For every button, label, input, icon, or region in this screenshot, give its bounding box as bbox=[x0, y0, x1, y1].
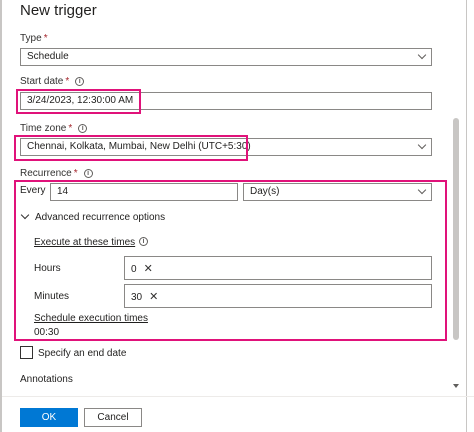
panel-title: New trigger bbox=[20, 2, 97, 19]
info-icon[interactable]: i bbox=[75, 77, 85, 86]
cancel-button[interactable]: Cancel bbox=[84, 408, 142, 427]
annotations-label: Annotations bbox=[20, 374, 73, 385]
start-date-label: Start date * i bbox=[20, 76, 85, 87]
type-label-text: Type bbox=[20, 33, 42, 44]
panel-left-border bbox=[0, 0, 2, 432]
time-zone-label: Time zone * i bbox=[20, 123, 88, 134]
required-marker: * bbox=[68, 123, 73, 134]
type-dropdown[interactable]: Schedule bbox=[20, 48, 432, 66]
time-zone-highlight bbox=[14, 135, 248, 161]
chevron-down-icon bbox=[417, 50, 427, 60]
end-date-label[interactable]: Specify an end date bbox=[38, 348, 126, 359]
required-marker: * bbox=[73, 168, 78, 179]
footer-divider bbox=[2, 396, 474, 397]
chevron-down-icon bbox=[417, 140, 427, 150]
scrollbar-thumb[interactable] bbox=[453, 118, 459, 340]
type-dropdown-value: Schedule bbox=[27, 51, 69, 62]
required-marker: * bbox=[65, 76, 70, 87]
scroll-down-icon[interactable] bbox=[451, 384, 461, 392]
panel-right-border bbox=[466, 0, 467, 432]
recurrence-highlight bbox=[14, 180, 447, 341]
ok-button[interactable]: OK bbox=[20, 408, 78, 427]
info-icon[interactable]: i bbox=[83, 169, 93, 178]
start-date-label-text: Start date bbox=[20, 76, 64, 87]
type-label: Type * bbox=[20, 33, 48, 44]
new-trigger-panel: New trigger Type * Schedule Start date * i … bbox=[0, 0, 474, 432]
required-marker: * bbox=[43, 33, 48, 44]
info-icon[interactable]: i bbox=[78, 124, 88, 133]
time-zone-label-text: Time zone bbox=[20, 123, 67, 134]
end-date-checkbox[interactable] bbox=[20, 346, 33, 359]
recurrence-label-text: Recurrence bbox=[20, 168, 72, 179]
recurrence-label: Recurrence * i bbox=[20, 168, 93, 179]
start-date-highlight bbox=[16, 89, 141, 114]
